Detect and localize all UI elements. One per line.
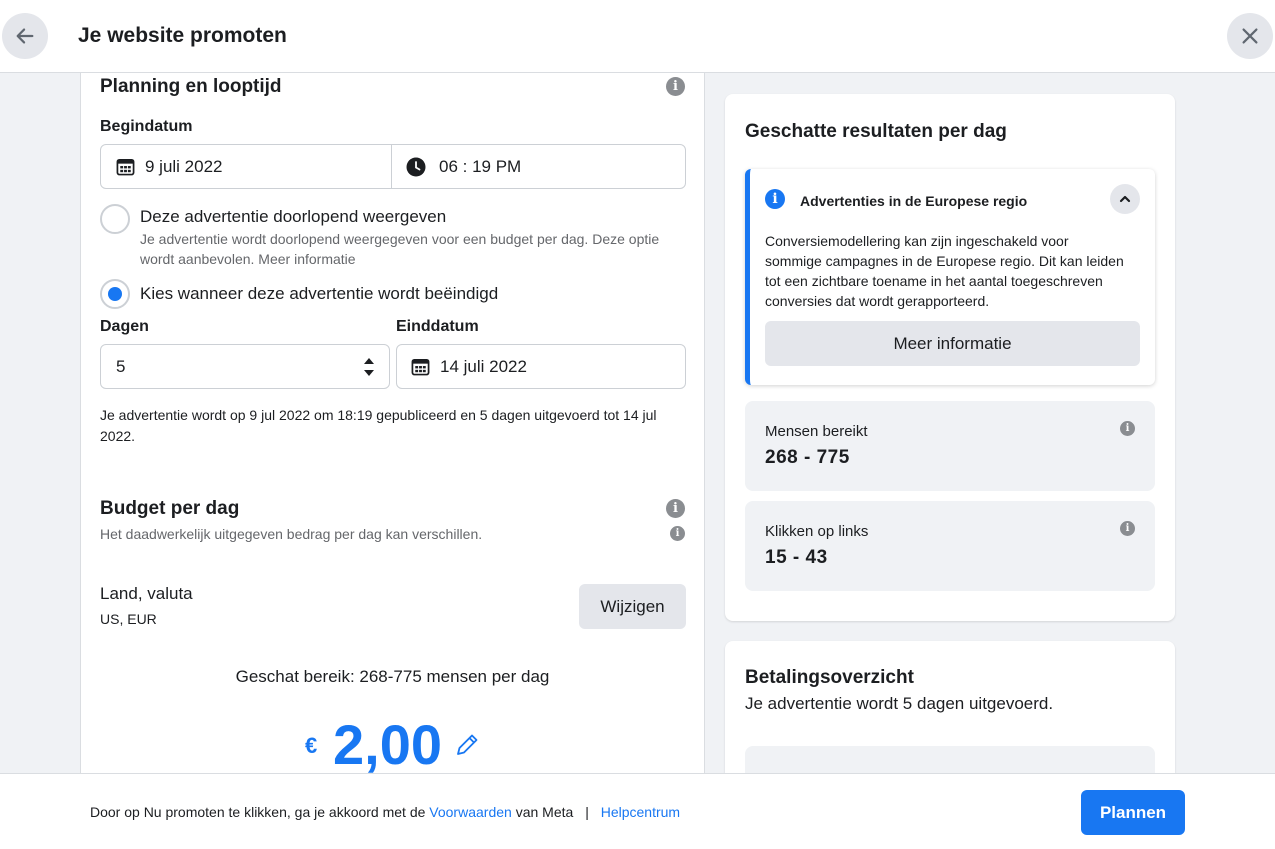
schedule-button[interactable]: Plannen (1081, 790, 1185, 835)
header-bar: Je website promoten (0, 0, 1275, 73)
calendar-icon (116, 158, 135, 176)
help-center-link[interactable]: Helpcentrum (601, 804, 680, 820)
daily-budget-amount[interactable]: 2,00 (333, 713, 442, 773)
terms-link[interactable]: Voorwaarden (429, 804, 512, 820)
settings-panel: Planning en looptijd i Begindatum 9 juli… (80, 73, 705, 773)
planning-section-title: Planning en looptijd (100, 76, 282, 97)
schedule-summary: Je advertentie wordt op 9 jul 2022 om 18… (100, 407, 657, 444)
results-card: Geschatte resultaten per dag i Advertent… (725, 94, 1175, 621)
start-time-value: 06 : 19 PM (439, 156, 522, 176)
results-card-title: Geschatte resultaten per dag (745, 121, 1007, 142)
info-icon[interactable]: i (1120, 521, 1135, 536)
footer-legal-text: Door op Nu promoten te klikken, ga je ak… (90, 804, 680, 820)
stepper-arrows-icon[interactable] (363, 355, 375, 379)
footer-separator: | (585, 804, 589, 820)
continuous-radio-description: Je advertentie wordt doorlopend weergege… (140, 231, 660, 267)
days-label: Dagen (100, 318, 149, 335)
budget-section-title: Budget per dag (100, 498, 240, 519)
close-button[interactable] (1227, 13, 1273, 59)
people-reached-stat: Mensen bereikt 268 - 775 i (745, 401, 1155, 491)
end-date-radio[interactable] (100, 279, 130, 309)
currency-symbol: € (305, 733, 318, 758)
change-currency-button[interactable]: Wijzigen (579, 584, 686, 629)
more-info-button[interactable]: Meer informatie (765, 321, 1140, 366)
end-date-input[interactable]: 14 juli 2022 (396, 344, 686, 389)
footer-text-after: van Meta (511, 804, 574, 820)
days-stepper[interactable]: 5 (100, 344, 390, 389)
end-date-value: 14 juli 2022 (440, 356, 527, 376)
estimated-reach-text: Geschat bereik: 268-775 mensen per dag (235, 667, 550, 686)
country-currency-label: Land, valuta (100, 584, 193, 603)
collapse-notice-button[interactable] (1110, 184, 1140, 214)
people-reached-label: Mensen bereikt (765, 423, 868, 440)
back-button[interactable] (2, 13, 48, 59)
link-clicks-stat: Klikken op links 15 - 43 i (745, 501, 1155, 591)
footer-text-before: Door op Nu promoten te klikken, ga je ak… (90, 804, 430, 820)
radio-selected-dot (108, 287, 122, 301)
clock-icon (406, 157, 426, 176)
days-value: 5 (116, 356, 126, 376)
payment-details-box (745, 746, 1155, 773)
eu-region-notice: i Advertenties in de Europese regio Conv… (745, 169, 1155, 385)
start-time-input[interactable]: 06 : 19 PM (392, 145, 685, 188)
info-icon[interactable]: i (666, 77, 685, 96)
info-icon: i (765, 189, 785, 209)
page-title: Je website promoten (78, 24, 287, 47)
continuous-radio-label[interactable]: Deze advertentie doorlopend weergeven (140, 207, 446, 227)
end-date-radio-label[interactable]: Kies wanneer deze advertentie wordt beëi… (140, 284, 498, 304)
start-date-value: 9 juli 2022 (145, 156, 223, 176)
notice-body: Conversiemodellering kan zijn ingeschake… (765, 233, 1124, 309)
info-icon[interactable]: i (666, 499, 685, 518)
end-date-label: Einddatum (396, 318, 479, 335)
people-reached-value: 268 - 775 (765, 447, 850, 468)
info-icon[interactable]: i (1120, 421, 1135, 436)
pencil-icon[interactable] (454, 732, 480, 758)
budget-subtitle: Het daadwerkelijk uitgegeven bedrag per … (100, 526, 483, 542)
country-currency-value: US, EUR (100, 611, 157, 627)
payment-summary-card: Betalingsoverzicht Je advertentie wordt … (725, 641, 1175, 773)
close-icon (1242, 28, 1258, 44)
link-clicks-label: Klikken op links (765, 523, 869, 540)
start-date-label: Begindatum (100, 118, 193, 135)
start-date-input[interactable]: 9 juli 2022 (101, 145, 392, 188)
info-icon[interactable]: i (670, 526, 685, 541)
start-datetime-field: 9 juli 2022 06 : 19 PM (100, 144, 686, 189)
payment-card-title: Betalingsoverzicht (745, 667, 914, 688)
arrow-left-icon (16, 28, 34, 44)
calendar-icon (411, 358, 430, 376)
footer-bar: Door op Nu promoten te klikken, ga je ak… (0, 773, 1275, 849)
link-clicks-value: 15 - 43 (765, 547, 828, 568)
chevron-up-icon (1119, 195, 1131, 203)
payment-card-subtitle: Je advertentie wordt 5 dagen uitgevoerd. (745, 694, 1054, 713)
notice-title: Advertenties in de Europese regio (800, 193, 1028, 209)
continuous-radio[interactable] (100, 204, 130, 234)
